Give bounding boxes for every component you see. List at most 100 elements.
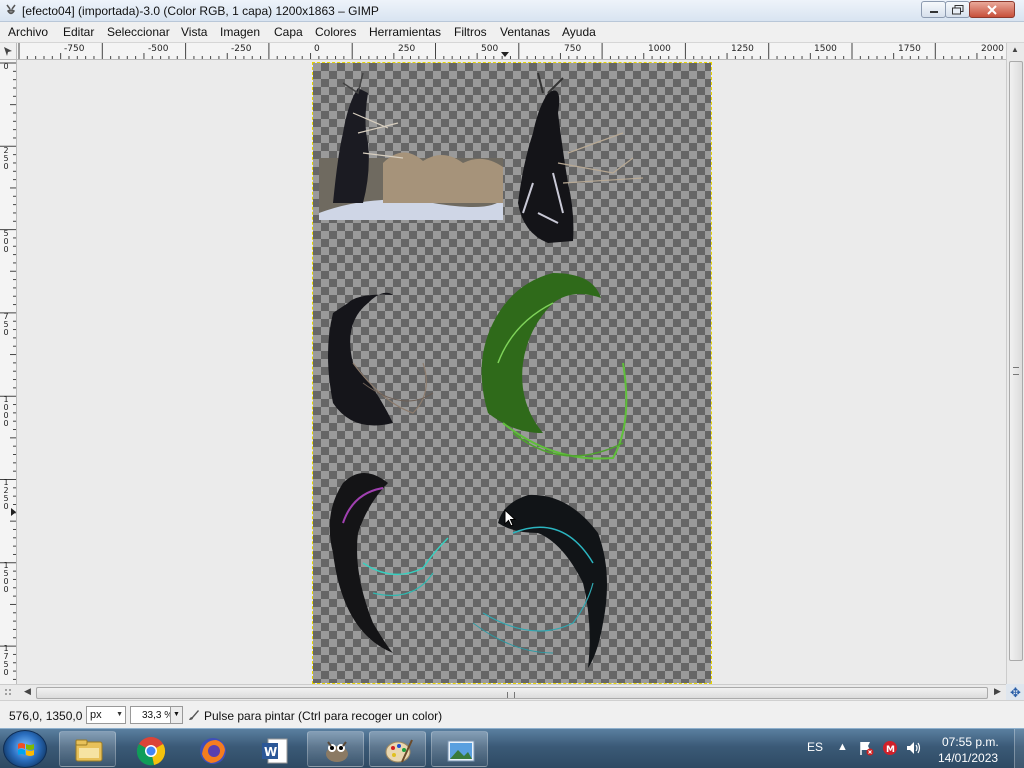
menu-archivo[interactable]: Archivo (8, 25, 48, 39)
ruler-label: 500 (3, 229, 9, 254)
taskbar-gimp[interactable] (307, 731, 364, 767)
ruler-label: -500 (148, 44, 169, 54)
language-indicator[interactable]: ES (807, 740, 823, 754)
chevron-down-icon: ▼ (116, 711, 123, 718)
image-canvas[interactable] (312, 62, 712, 684)
horizontal-scroll-thumb[interactable] (36, 687, 988, 699)
vertical-scrollbar[interactable]: ▲ (1006, 43, 1024, 684)
close-button[interactable] (969, 1, 1015, 18)
ruler-label: 2000 (981, 44, 1004, 54)
ruler-label: 250 (3, 146, 9, 171)
ruler-label: 1250 (731, 44, 754, 54)
ruler-label: 750 (3, 312, 9, 337)
vertical-ruler[interactable]: 0 250 500 750 1000 1250 1500 1750 (0, 60, 17, 684)
scroll-up-icon[interactable]: ▲ (1011, 45, 1019, 54)
ruler-label: -250 (231, 44, 252, 54)
selection-arrow-icon (4, 47, 12, 56)
show-desktop-button[interactable] (1014, 729, 1024, 768)
file-explorer-icon (75, 739, 103, 762)
scroll-right-icon[interactable]: ▶ (994, 686, 1001, 697)
taskbar-file-explorer[interactable] (59, 731, 116, 767)
ruler-label: 0 (3, 62, 9, 71)
pointer-coordinates: 576,0, 1350,0 (9, 709, 83, 723)
minimize-button[interactable] (921, 1, 946, 18)
taskbar: W ES ▲ M 07:55 p.m. 14/01/2023 (0, 728, 1024, 768)
word-icon: W (262, 738, 288, 764)
menu-ayuda[interactable]: Ayuda (562, 25, 596, 39)
quick-mask-toggle[interactable] (0, 43, 17, 60)
unit-value: px (90, 709, 102, 721)
taskbar-firefox[interactable] (183, 731, 240, 767)
menu-bar: Archivo Editar Seleccionar Vista Imagen … (0, 22, 1024, 43)
antivirus-icon[interactable]: M (882, 740, 898, 756)
taskbar-photos[interactable] (431, 731, 488, 767)
menu-capa[interactable]: Capa (274, 25, 303, 39)
zoom-value: 33,3 % (142, 710, 174, 721)
gimp-window: [efecto04] (importada)-3.0 (Color RGB, 1… (0, 0, 1024, 768)
zoom-select[interactable]: 33,3 % ▼ (130, 706, 183, 724)
menu-colores[interactable]: Colores (315, 25, 356, 39)
taskbar-paint[interactable] (369, 731, 426, 767)
canvas-area[interactable] (17, 60, 1006, 684)
ruler-label: 1000 (648, 44, 671, 54)
menu-imagen[interactable]: Imagen (220, 25, 260, 39)
menu-editar[interactable]: Editar (63, 25, 94, 39)
chevron-down-icon[interactable]: ▼ (170, 707, 182, 723)
navigate-icon[interactable]: ✥ (1007, 685, 1024, 700)
green-twisted-branch (481, 273, 628, 460)
clock-date[interactable]: 14/01/2023 (938, 751, 998, 765)
status-bar: 576,0, 1350,0 px ▼ 33,3 % ▼ Pulse para p… (0, 700, 1024, 728)
svg-text:W: W (264, 745, 277, 759)
menu-herramientas[interactable]: Herramientas (369, 25, 441, 39)
chrome-icon (136, 737, 166, 766)
taskbar-word[interactable]: W (245, 731, 302, 767)
volume-icon[interactable] (905, 740, 923, 756)
ruler-label: 1000 (3, 395, 9, 428)
title-bar: [efecto04] (importada)-3.0 (Color RGB, 1… (0, 0, 1024, 22)
paintbrush-icon (189, 710, 199, 720)
action-center-flag-icon[interactable] (858, 740, 874, 756)
close-icon (987, 4, 997, 15)
menu-vista[interactable]: Vista (181, 25, 207, 39)
purple-cyan-twisted-branch (329, 473, 449, 653)
ruler-label: 250 (398, 44, 416, 54)
ruler-label: 1250 (3, 478, 9, 511)
horizontal-scrollbar[interactable]: ◀ ▶ (0, 684, 1006, 700)
image-artwork (319, 72, 644, 668)
gimp-wilber-icon (6, 4, 16, 15)
window-title: [efecto04] (importada)-3.0 (Color RGB, 1… (22, 4, 379, 18)
show-hidden-icons-arrow[interactable]: ▲ (837, 741, 848, 753)
unit-select[interactable]: px ▼ (86, 706, 126, 724)
ruler-label: 750 (564, 44, 582, 54)
menu-seleccionar[interactable]: Seleccionar (107, 25, 170, 39)
horizontal-ruler[interactable]: -750 -500 -250 0 250 500 750 1000 1250 1… (17, 43, 1006, 60)
status-message: Pulse para pintar (Ctrl para recoger un … (204, 709, 443, 723)
menu-filtros[interactable]: Filtros (454, 25, 487, 39)
ruler-label: 1750 (3, 644, 9, 677)
taskbar-chrome[interactable] (121, 731, 178, 767)
minimize-icon (929, 10, 938, 13)
scroll-left-icon[interactable]: ◀ (24, 686, 31, 697)
start-button[interactable] (3, 730, 47, 768)
dark-twisted-branch (328, 292, 434, 426)
grip-icon (1013, 367, 1019, 375)
mouse-cursor-icon (504, 509, 517, 527)
ruler-label: 1500 (814, 44, 837, 54)
paint-icon (385, 739, 413, 763)
windows-logo-icon (18, 743, 34, 756)
firefox-icon (200, 738, 226, 764)
maximize-button[interactable] (945, 1, 970, 18)
clock-time[interactable]: 07:55 p.m. (942, 735, 999, 749)
ruler-label: 1500 (3, 561, 9, 594)
gimp-icon (326, 741, 348, 762)
svg-text:M: M (886, 745, 895, 755)
ruler-label: 500 (481, 44, 499, 54)
restore-icon (951, 4, 963, 14)
menu-ventanas[interactable]: Ventanas (500, 25, 550, 39)
photos-icon (447, 740, 475, 762)
vertical-scroll-thumb[interactable] (1009, 61, 1023, 661)
ruler-label: -750 (64, 44, 85, 54)
cyan-twisted-branch (472, 494, 607, 668)
ruler-label: 0 (314, 44, 320, 54)
ruler-label: 1750 (898, 44, 921, 54)
